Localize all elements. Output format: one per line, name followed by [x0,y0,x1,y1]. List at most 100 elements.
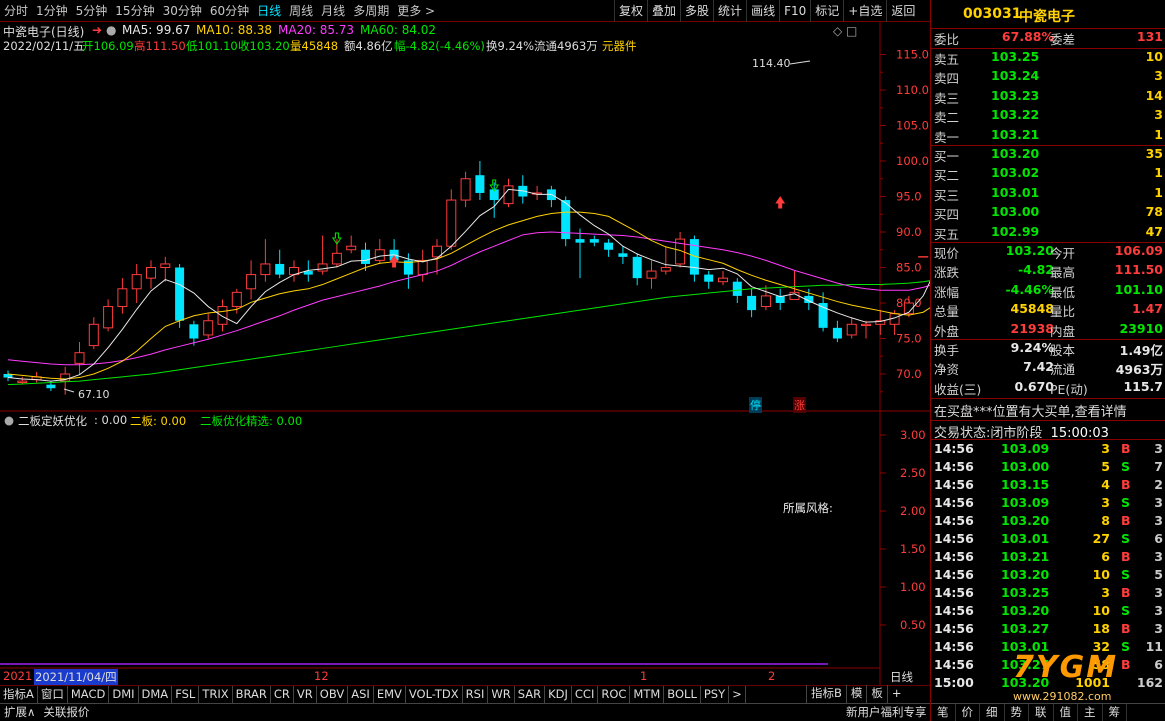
candle [231,291,242,308]
indicator-tab-19[interactable]: ROC [598,686,631,703]
candle [317,263,328,272]
bid-row-3: 买四 103.00 78 [934,204,1163,223]
stat-row-4: 外盘 21938 内盘 23910 [934,320,1163,339]
indicator-tab-17[interactable]: KDJ [545,686,572,703]
indicator-tab-16[interactable]: SAR [515,686,546,703]
indicator-right-tab-0[interactable]: 指标B [806,685,846,703]
y-tick-label: 115.0 [896,48,929,62]
x-month-2: 2 [768,669,776,683]
stat2-row-2: 收益(三) 0.670 PE(动) 115.7 [934,378,1163,397]
bid-row-0: 买一 103.20 35 [934,146,1163,164]
indicator-tab-9[interactable]: VR [294,686,317,703]
stock-header: 003031 中瓷电子 [931,0,1165,28]
indicator-tab-22[interactable]: PSY [701,686,730,703]
tick-tab-0[interactable]: 笔 [931,704,956,721]
ind-tick-label: 2.50 [900,466,926,480]
new-user-link[interactable]: 新用户福利专享 [846,704,927,720]
indicator-tab-20[interactable]: MTM [630,686,665,703]
indicator-tab-8[interactable]: CR [271,686,294,703]
ask-row-0: 卖五 103.25 10 [934,49,1163,67]
y-tick-label: 95.0 [896,190,922,204]
ind-tick-label: 1.50 [900,542,926,556]
candle [175,267,185,321]
indicator-tab-13[interactable]: VOL-TDX [406,686,463,703]
indicator-tab-6[interactable]: TRIX [199,686,233,703]
candle [346,245,357,251]
indicator-v1: : 0.00 [94,413,128,427]
y-tick-label: 100.0 [896,154,929,168]
indicator-right-tab-2[interactable]: 板 [866,685,887,703]
indicator-tab-10[interactable]: OBV [317,686,349,703]
candle [203,320,214,336]
high-label: 114.40 [752,57,791,70]
indicator-tab-5[interactable]: FSL [172,686,200,703]
candle [160,263,171,269]
candle [88,323,99,347]
ind-tick-label: 3.00 [900,428,926,442]
x-month-1: 1 [640,669,648,683]
candle [74,352,85,364]
candle [618,253,628,257]
indicator-tab-2[interactable]: MACD [68,686,110,703]
candle [417,259,428,276]
indicator-tab-0[interactable]: 指标A [0,686,38,703]
indicator-right-tab-3[interactable]: + [886,685,906,703]
indicator-tab-18[interactable]: CCI [572,686,599,703]
y-tick-label: 110.0 [896,83,929,97]
bottom-bar-item-1[interactable]: 关联报价 [39,704,93,721]
stat2-row-0: 换手 9.24% 股本 1.49亿 [934,340,1163,358]
stat-row-3: 总量 45848 量比 1.47 [934,301,1163,320]
stat2-row-1: 净资 7.42 流通 4963万 [934,359,1163,378]
candle [117,288,128,308]
indicator-tab-23[interactable]: > [729,686,746,703]
y-tick-label: 70.0 [896,367,922,381]
indicator-tab-1[interactable]: 窗口 [38,686,68,703]
tick-tab-3[interactable]: 势 [1005,704,1029,721]
tick-row: 14:56 103.01 32 S 11 [934,639,1163,654]
candle [575,239,585,243]
quote-panel: 003031 中瓷电子 委比 67.88% 委差 131 卖五 103.25 10 卖… [930,0,1165,721]
ind-tick-label: 0.50 [900,618,926,632]
indicator-v2: 二板: 0.00 [130,414,187,428]
indicator-tab-21[interactable]: BOLL [664,686,701,703]
tick-tab-4[interactable]: 联 [1029,704,1054,721]
indicator-tab-12[interactable]: EMV [374,686,406,703]
tick-tab-7[interactable]: 筹 [1103,704,1127,721]
ask-row-2: 卖三 103.23 14 [934,87,1163,106]
candle [46,384,56,389]
tick-tab-6[interactable]: 主 [1078,704,1103,721]
indicator-settings-icon[interactable]: ● [4,413,14,427]
indicator-tab-3[interactable]: DMI [109,686,139,703]
tick-tab-1[interactable]: 价 [956,704,980,721]
tick-tabs: 笔价细势联值主筹 [931,703,1165,721]
candle [275,263,285,275]
big-order-notice[interactable]: 在买盘***位置有大买单,查看详情 [934,401,1127,420]
candle [503,185,514,205]
candle [361,249,370,264]
candle [331,252,342,265]
ind-tick-label: 2.00 [900,504,926,518]
ind-tick-label: 1.00 [900,580,926,594]
candle [460,178,471,201]
tick-tab-2[interactable]: 细 [980,704,1005,721]
indicator-tab-14[interactable]: RSI [463,686,489,703]
indicator-right-tab-1[interactable]: 模 [845,685,867,703]
tick-row: 14:56 103.15 4 B 2 [934,477,1163,492]
indicator-tab-7[interactable]: BRAR [233,686,271,703]
chart-canvas[interactable]: 115.0110.0105.0100.095.090.085.080.075.0… [0,0,930,721]
candle [131,274,142,290]
indicator-tabs-right: 指标B 模板 + [806,685,906,703]
tick-tab-5[interactable]: 值 [1054,704,1078,721]
bottom-bar: 扩展∧ 关联报价 [0,703,930,721]
high-marker-line [789,60,811,65]
tick-row: 14:56 103.21 6 B 3 [934,549,1163,564]
indicator-tab-11[interactable]: ASI [348,686,374,703]
candle [146,267,156,279]
stock-name: 中瓷电子 [1019,9,1075,25]
x-axis: 2021 2021/11/04/四 12 1 2 日线 [0,669,913,685]
candle [846,323,857,336]
indicator-tab-15[interactable]: WR [488,686,515,703]
tick-row: 14:56 103.25 3 B 3 [934,585,1163,600]
indicator-tab-4[interactable]: DMA [139,686,173,703]
bottom-bar-item-0[interactable]: 扩展∧ [0,704,39,721]
